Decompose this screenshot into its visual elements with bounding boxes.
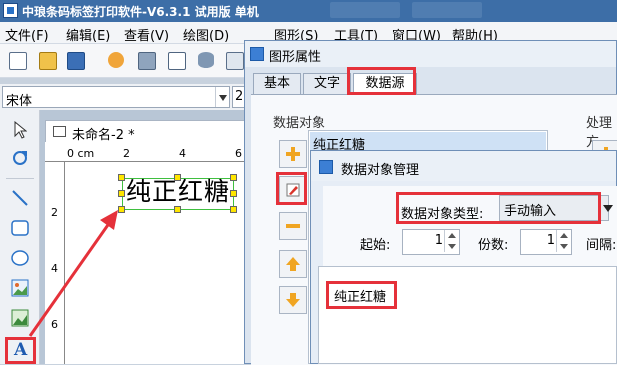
annotation-arrow [28, 210, 118, 337]
